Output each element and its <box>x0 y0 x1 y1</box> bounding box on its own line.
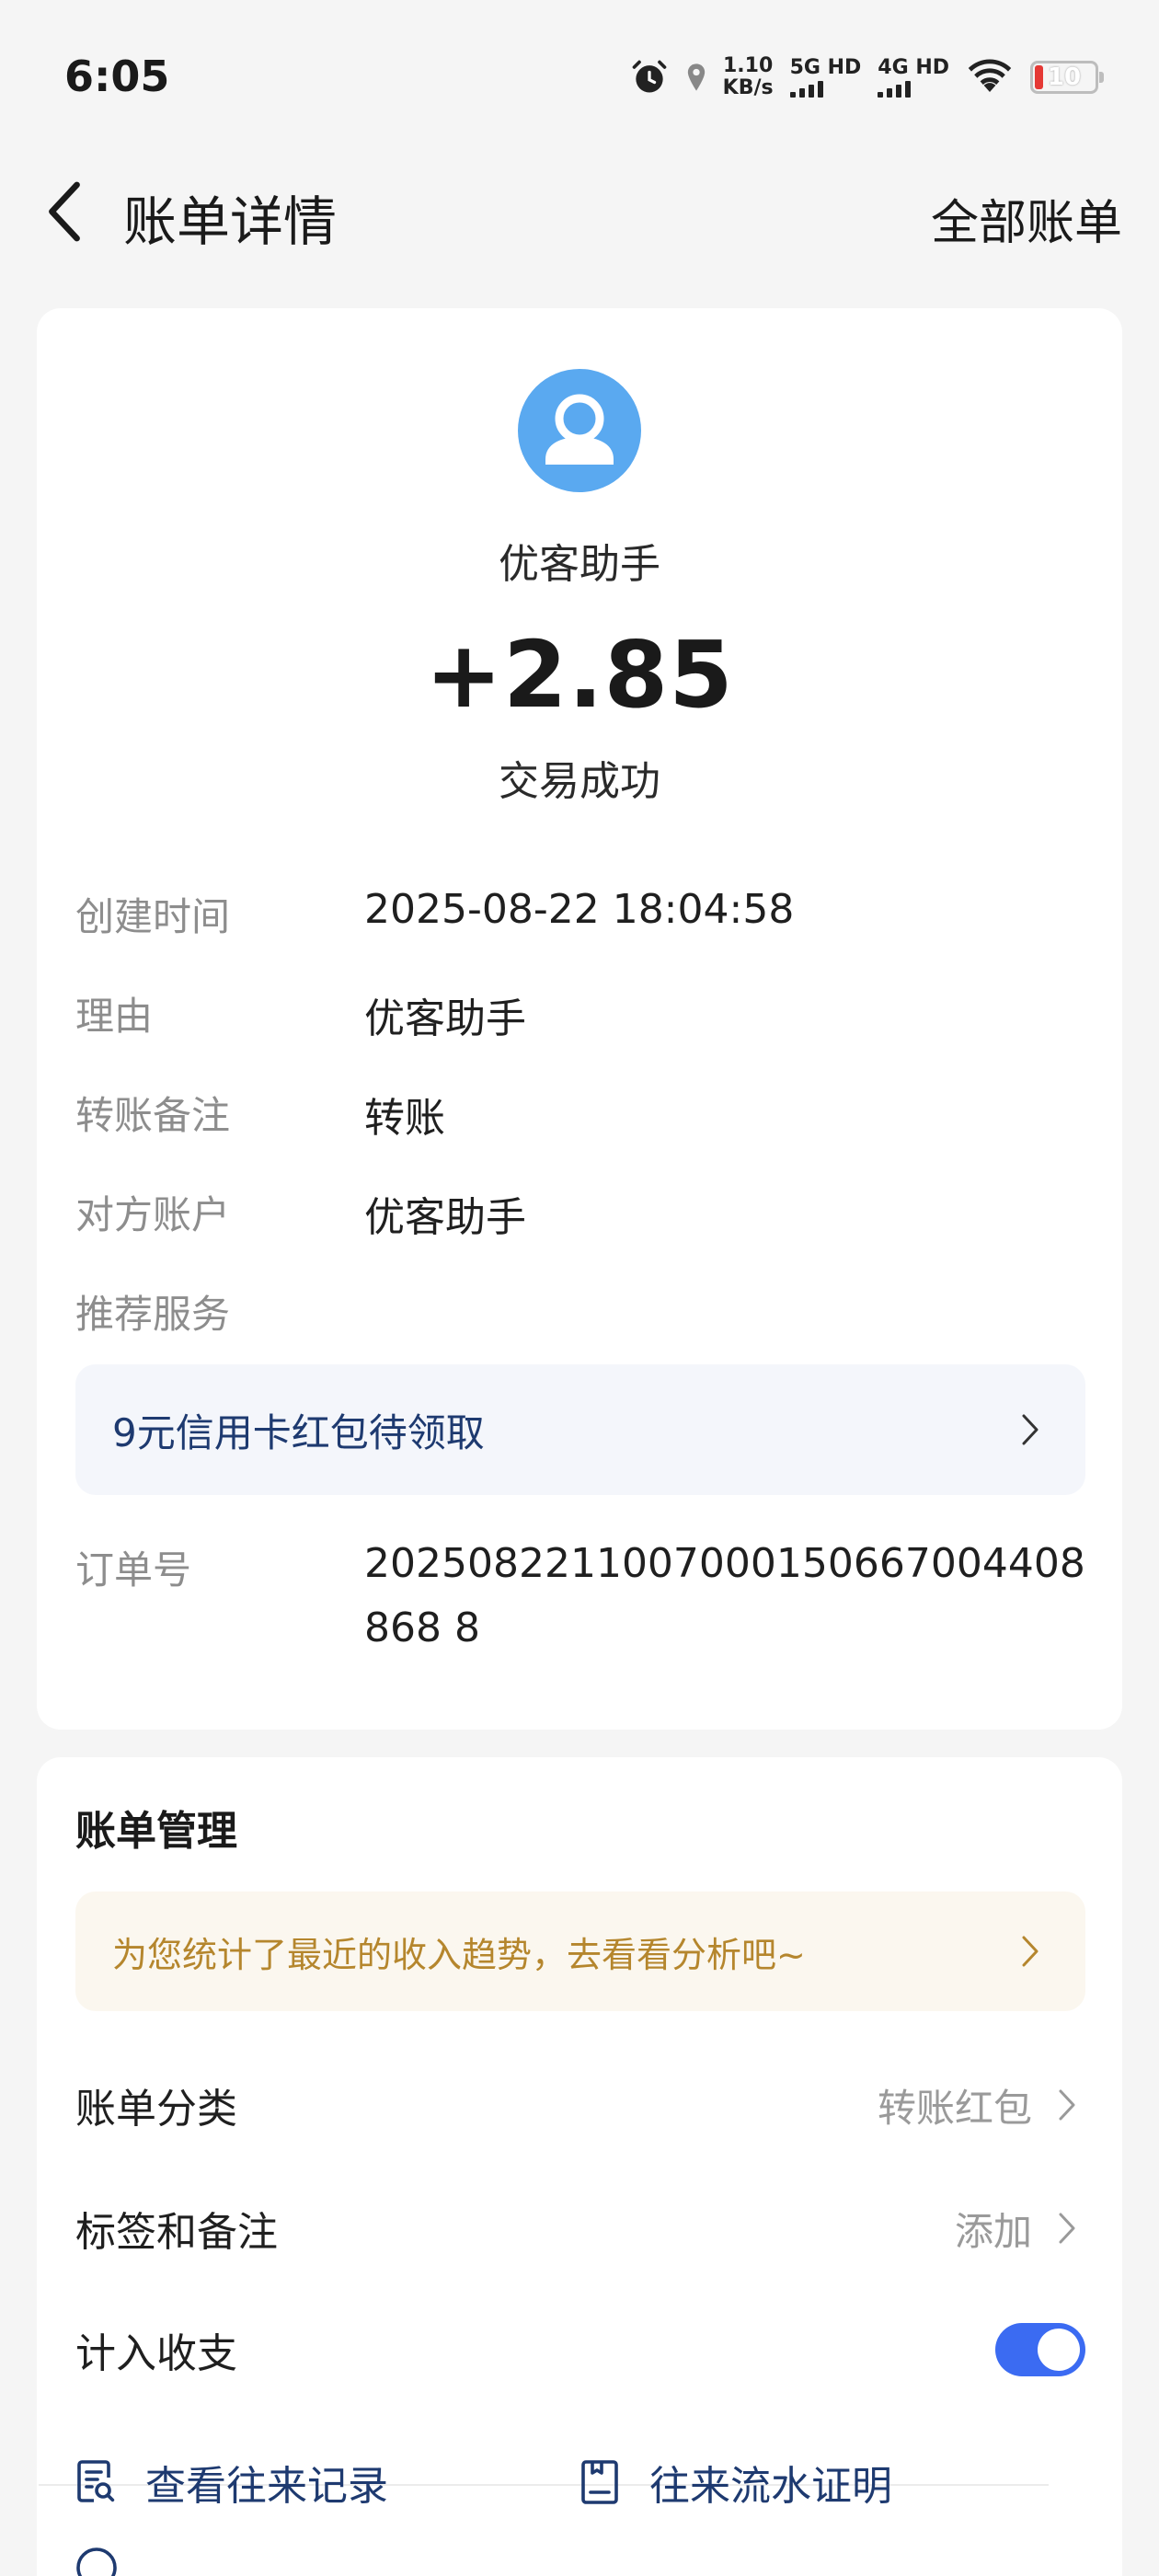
memo-value: 转账 <box>364 1095 445 1142</box>
bill-management-title: 账单管理 <box>75 1808 237 1855</box>
records-search-icon <box>77 2460 115 2502</box>
income-trend-text: 为您统计了最近的收入趋势，去看看分析吧~ <box>112 1934 806 1975</box>
back-arrow-icon <box>49 181 80 242</box>
signal-4g: 4G HD <box>878 57 949 98</box>
transaction-card: 优客助手 +2.85 交易成功 创建时间 2025-08-22 18:04:58… <box>37 308 1122 1730</box>
chevron-right-icon <box>1012 1411 1049 1448</box>
created-time-value: 2025-08-22 18:04:58 <box>364 886 795 933</box>
reason-label: 理由 <box>75 994 154 1039</box>
chevron-right-icon <box>1012 1933 1049 1970</box>
user-icon <box>545 394 614 465</box>
reason-value: 优客助手 <box>364 995 526 1042</box>
document-icon <box>581 2460 618 2504</box>
chevron-right-icon <box>1049 2087 1085 2123</box>
tags-notes-label: 标签和备注 <box>75 2209 278 2256</box>
credit-card-promo-banner[interactable]: 9元信用卡红包待领取 <box>75 1364 1085 1495</box>
signal-5g: 5G HD <box>789 57 861 98</box>
signal-bars-icon <box>878 79 912 98</box>
income-trend-banner[interactable]: 为您统计了最近的收入趋势，去看看分析吧~ <box>75 1892 1085 2011</box>
view-records-link[interactable]: 查看往来记录 <box>75 2453 388 2512</box>
toggle-knob <box>1038 2329 1080 2371</box>
question-circle-icon <box>76 2547 117 2576</box>
page-title: 账单详情 <box>123 190 338 253</box>
bill-category-row[interactable]: 账单分类 转账红包 <box>75 2059 1085 2151</box>
back-button[interactable] <box>37 177 92 247</box>
include-in-stats-row: 计入收支 <box>75 2304 1085 2396</box>
order-number-label: 订单号 <box>75 1547 192 1593</box>
tags-notes-row[interactable]: 标签和备注 添加 <box>75 2182 1085 2274</box>
avatar <box>518 369 641 492</box>
include-in-stats-label: 计入收支 <box>75 2330 237 2377</box>
alarm-icon <box>632 60 666 93</box>
transaction-status: 交易成功 <box>499 758 660 805</box>
bill-category-label: 账单分类 <box>75 2086 237 2133</box>
battery-icon: 10 <box>1030 61 1104 94</box>
transaction-proof-text: 往来流水证明 <box>649 2463 892 2510</box>
header-bar: 账单详情 全部账单 <box>0 156 1159 267</box>
status-icons: 1.10 KB/s 5G HD 4G HD 10 <box>629 53 1104 101</box>
status-bar: 6:05 1.10 KB/s 5G HD 4G HD 10 <box>0 0 1159 156</box>
counterparty-value: 优客助手 <box>364 1194 526 1241</box>
transaction-amount: +2.85 <box>425 621 734 729</box>
location-icon <box>687 63 705 91</box>
bill-category-value: 转账红包 <box>877 2085 1032 2131</box>
include-in-stats-toggle[interactable] <box>995 2323 1085 2376</box>
promo-text: 9元信用卡红包待领取 <box>112 1409 485 1455</box>
tags-notes-value: 添加 <box>954 2208 1032 2254</box>
partial-row-icon-wrap <box>75 2547 118 2576</box>
payee-name: 优客助手 <box>499 541 660 588</box>
view-records-text: 查看往来记录 <box>145 2463 388 2510</box>
chevron-right-icon <box>1049 2210 1085 2247</box>
all-bills-link[interactable]: 全部账单 <box>931 184 1122 253</box>
status-time: 6:05 <box>64 52 170 101</box>
recommend-label: 推荐服务 <box>75 1292 231 1337</box>
counterparty-label: 对方账户 <box>75 1192 231 1237</box>
network-speed: 1.10 KB/s <box>722 54 774 99</box>
transaction-proof-link[interactable]: 往来流水证明 <box>580 2453 892 2512</box>
created-time-label: 创建时间 <box>75 894 231 939</box>
wifi-icon <box>968 59 1012 92</box>
signal-bars-icon <box>789 79 823 98</box>
memo-label: 转账备注 <box>75 1093 231 1138</box>
order-number-value: 2025082211007000150667004408868 8 <box>364 1540 1085 1651</box>
